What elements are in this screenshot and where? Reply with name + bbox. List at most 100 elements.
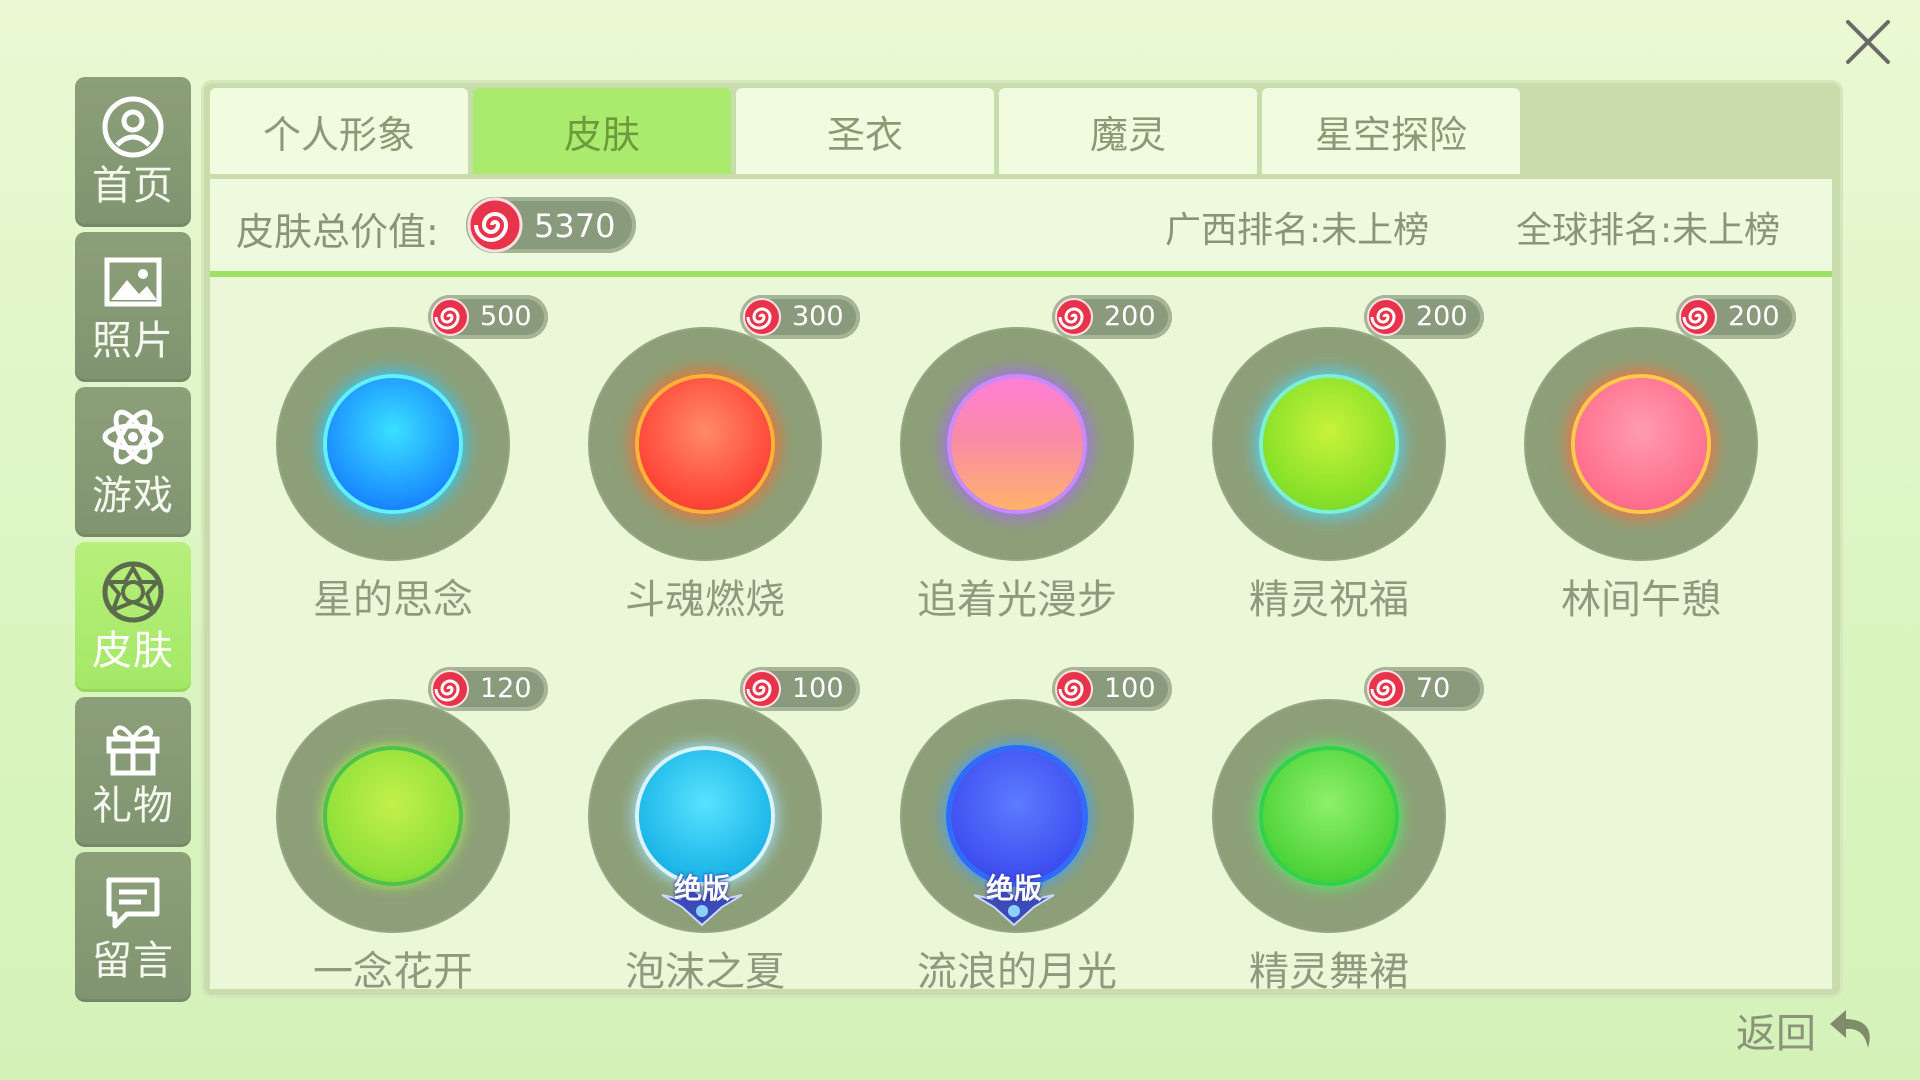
skin-name: 精灵祝福 [1249,577,1409,623]
sidebar-item-label: 皮肤 [92,628,174,674]
photo-icon [100,249,166,315]
price-badge: 200 [1676,295,1796,339]
price-value: 300 [792,301,844,332]
candy-currency-icon [1367,670,1405,708]
price-value: 120 [480,673,532,704]
skin-ring [590,329,820,559]
back-label: 返回 [1736,1011,1816,1057]
skin-ring [278,329,508,559]
price-badge: 200 [1364,295,1484,339]
skin-name: 精灵舞裙 [1249,949,1409,989]
sidebar-item-home[interactable]: 首页 [75,77,191,227]
price-value: 70 [1416,673,1451,704]
limited-edition-badge: 绝版 [652,867,752,927]
skin-name: 泡沫之夏 [625,949,785,989]
skin-orb [1575,378,1707,510]
back-button[interactable]: 返回 [1736,1000,1880,1060]
sidebar-item-label: 首页 [92,163,174,209]
sidebar-item-label: 礼物 [92,783,174,829]
price-badge: 120 [428,667,548,711]
star-ring-icon [100,559,166,625]
sidebar-item-label: 游戏 [92,473,174,519]
tab-skins[interactable]: 皮肤 [473,88,731,174]
message-icon [100,869,166,935]
skin-orb [951,750,1083,882]
sidebar-item-skins[interactable]: 皮肤 [75,542,191,692]
candy-currency-icon [1055,670,1093,708]
skin-orb [327,750,459,882]
sidebar-item-label: 留言 [92,938,174,984]
skin-name: 一念花开 [313,949,473,989]
back-arrow-icon [1830,1010,1870,1048]
limited-edition-label: 绝版 [673,872,730,905]
candy-currency-icon [743,298,781,336]
skin-orb [327,378,459,510]
sidebar: 首页 照片 游戏 皮肤 礼物 留言 [75,77,191,1007]
tab-bar: 个人形象 皮肤 圣衣 魔灵 星空探险 [210,88,1525,174]
skin-name: 斗魂燃烧 [625,577,785,623]
skin-name: 追着光漫步 [917,577,1117,623]
skin-ring [1526,329,1756,559]
global-rank: 全球排名:未上榜 [1516,210,1781,251]
price-badge: 200 [1052,295,1172,339]
candy-currency-icon [431,298,469,336]
price-value: 200 [1104,301,1156,332]
candy-currency-icon [467,197,523,253]
close-button[interactable] [1838,12,1898,72]
price-value: 200 [1728,301,1780,332]
skin-card[interactable]: 200 林间午憩 [1480,295,1796,635]
skin-card[interactable]: 300 斗魂燃烧 [544,295,860,635]
price-badge: 300 [740,295,860,339]
price-value: 200 [1416,301,1468,332]
candy-currency-icon [1367,298,1405,336]
total-value: 5370 [534,207,616,245]
skin-card[interactable]: 200 追着光漫步 [856,295,1172,635]
atom-icon [100,404,166,470]
skin-name: 流浪的月光 [917,949,1117,989]
skin-ring [278,701,508,931]
limited-edition-label: 绝版 [985,872,1042,905]
skin-summary-bar: 皮肤总价值: 5370 广西排名:未上榜 全球排名:未上榜 [210,179,1832,277]
price-badge: 100 [1052,667,1172,711]
sidebar-item-photos[interactable]: 照片 [75,232,191,382]
price-badge: 500 [428,295,548,339]
tab-avatar[interactable]: 个人形象 [210,88,468,174]
skin-card[interactable]: 120 一念花开 [232,667,548,989]
skin-orb [1263,378,1395,510]
limited-edition-badge: 绝版 [964,867,1064,927]
sidebar-item-games[interactable]: 游戏 [75,387,191,537]
tab-star-adventure[interactable]: 星空探险 [1262,88,1520,174]
skin-orb [1263,750,1395,882]
skin-name: 林间午憩 [1561,577,1721,623]
sidebar-item-label: 照片 [92,318,174,364]
skin-grid: 500 星的思念 300 斗魂燃烧 200 追着光漫步 200 精灵祝福 200… [210,277,1832,989]
skin-ring [1214,701,1444,931]
skin-card[interactable]: 100 绝版 泡沫之夏 [544,667,860,989]
price-value: 100 [1104,673,1156,704]
skin-card[interactable]: 500 星的思念 [232,295,548,635]
tab-armor[interactable]: 圣衣 [736,88,994,174]
price-value: 500 [480,301,532,332]
sidebar-item-messages[interactable]: 留言 [75,852,191,1002]
close-icon [1846,20,1890,64]
sidebar-item-gifts[interactable]: 礼物 [75,697,191,847]
skin-panel: 个人形象 皮肤 圣衣 魔灵 星空探险 皮肤总价值: 5370 广西排名:未上榜 … [204,83,1840,995]
gift-icon [100,714,166,780]
price-badge: 70 [1364,667,1484,711]
skin-card[interactable]: 200 精灵祝福 [1168,295,1484,635]
tab-spirits[interactable]: 魔灵 [999,88,1257,174]
total-value-badge: 5370 [466,197,636,253]
skin-orb [639,378,771,510]
price-badge: 100 [740,667,860,711]
candy-currency-icon [1679,298,1717,336]
skin-card[interactable]: 70 精灵舞裙 [1168,667,1484,989]
candy-currency-icon [743,670,781,708]
skin-card[interactable]: 100 绝版 流浪的月光 [856,667,1172,989]
skin-orb [951,378,1083,510]
skin-ring [902,329,1132,559]
user-icon [100,94,166,160]
province-rank: 广西排名:未上榜 [1165,210,1430,251]
total-value-label: 皮肤总价值: [236,210,439,254]
candy-currency-icon [1055,298,1093,336]
price-value: 100 [792,673,844,704]
